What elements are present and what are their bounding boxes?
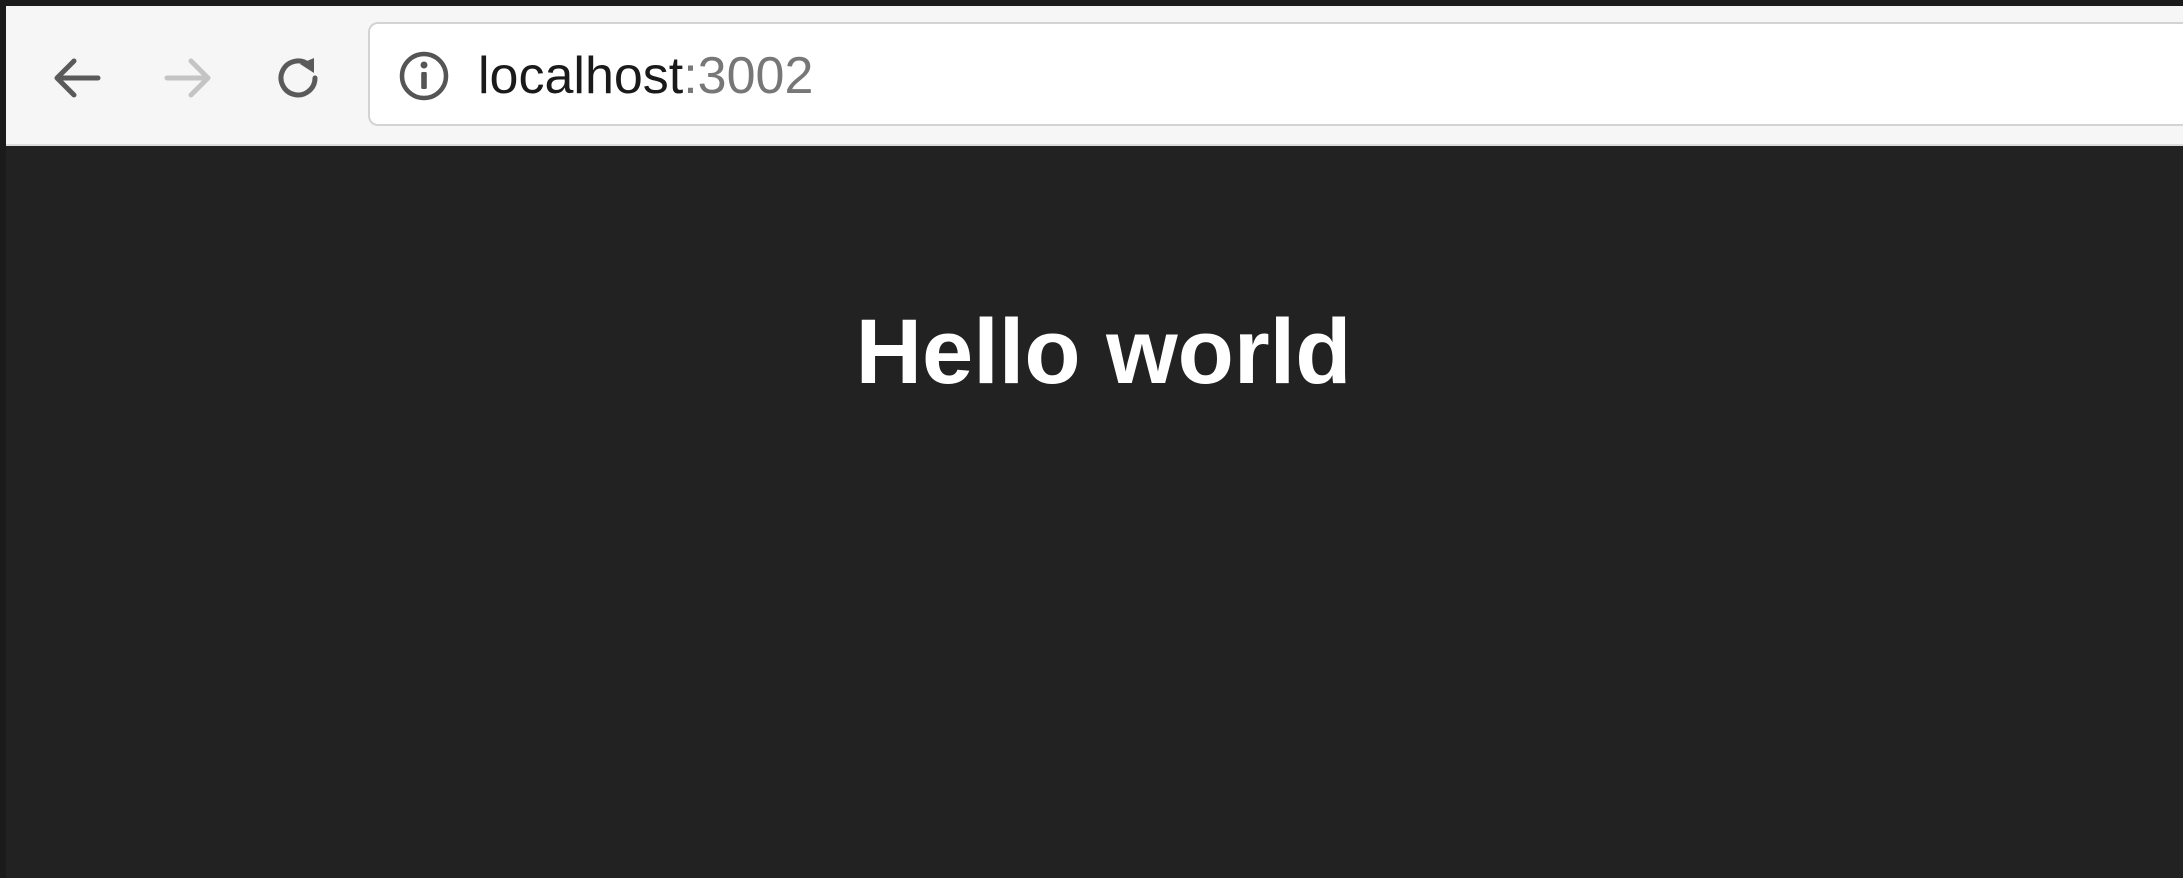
- reload-icon: [278, 58, 318, 98]
- url-port: :3002: [683, 47, 814, 105]
- back-button[interactable]: [43, 44, 111, 112]
- url-host: localhost: [478, 47, 684, 105]
- page-heading: Hello world: [855, 301, 1352, 403]
- arrow-left-icon: [54, 58, 101, 98]
- reload-button[interactable]: [264, 44, 332, 112]
- address-bar[interactable]: localhost:3002: [368, 22, 2183, 126]
- page-content: Hello world: [6, 146, 2183, 878]
- info-icon[interactable]: [398, 50, 450, 102]
- browser-window: localhost:3002 Hello world: [6, 6, 2183, 878]
- arrow-right-icon: [164, 58, 211, 98]
- forward-button[interactable]: [154, 44, 222, 112]
- url-text[interactable]: localhost:3002: [478, 44, 813, 108]
- browser-toolbar: localhost:3002: [6, 6, 2183, 146]
